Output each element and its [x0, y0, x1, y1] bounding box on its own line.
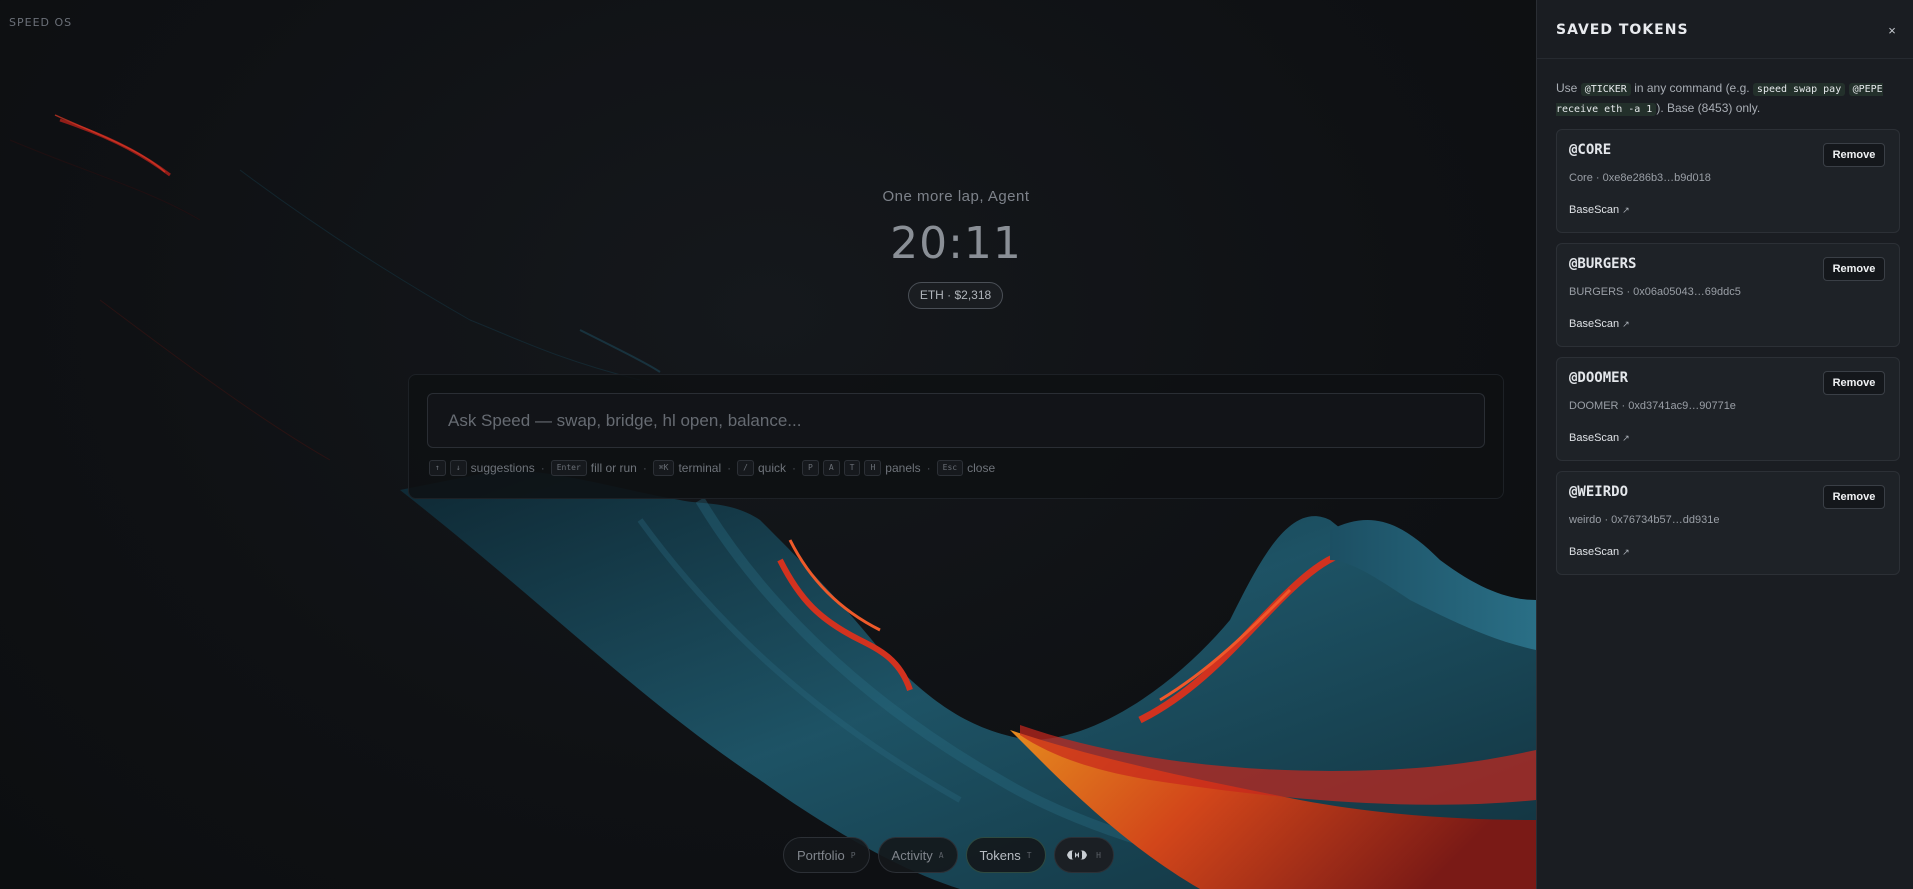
- token-address: weirdo · 0x76734b57…dd931e: [1569, 514, 1720, 526]
- dock-speed-button[interactable]: H: [1053, 837, 1114, 873]
- hint-terminal: terminal: [678, 461, 722, 475]
- desc-ticker-code: @TICKER: [1580, 83, 1631, 96]
- hint-fill-or-run: fill or run: [590, 461, 637, 475]
- dock-tokens-label: Tokens: [979, 847, 1021, 863]
- key-cmd-k: ⌘K: [652, 460, 675, 476]
- key-down: ↓: [449, 460, 467, 476]
- dock-speed-key: H: [1096, 850, 1101, 860]
- key-up: ↑: [429, 460, 446, 476]
- token-address: BURGERS · 0x06a05043…69ddc5: [1569, 286, 1741, 298]
- token-ticker: @DOOMER: [1569, 370, 1629, 386]
- dock-activity-key: A: [938, 850, 944, 860]
- hint-separator: ·: [727, 461, 732, 475]
- token-address: Core · 0xe8e286b3…b9d018: [1569, 172, 1711, 184]
- dock-tokens-button[interactable]: Tokens T: [965, 837, 1046, 873]
- dock-tokens-key: T: [1026, 850, 1032, 860]
- close-icon[interactable]: ×: [1882, 21, 1902, 41]
- basescan-link[interactable]: BaseScan ↗: [1569, 546, 1630, 558]
- hint-suggestions: suggestions: [470, 461, 535, 475]
- dock-activity-label: Activity: [891, 847, 933, 863]
- token-ticker: @WEIRDO: [1569, 484, 1629, 500]
- command-palette: ↑ ↓ suggestions · Enter fill or run · ⌘K…: [408, 374, 1504, 499]
- dock-activity-button[interactable]: Activity A: [877, 837, 958, 873]
- token-ticker: @BURGERS: [1569, 256, 1637, 272]
- external-link-icon: ↗: [1622, 433, 1630, 443]
- hint-separator: ·: [926, 461, 931, 475]
- remove-token-button[interactable]: Remove: [1823, 143, 1885, 167]
- hint-panels: panels: [885, 461, 921, 475]
- hint-separator: ·: [791, 461, 796, 475]
- key-p: P: [801, 460, 819, 476]
- dock-portfolio-button[interactable]: Portfolio P: [783, 837, 870, 873]
- dock-portfolio-label: Portfolio: [797, 847, 845, 863]
- token-list: @CORE Core · 0xe8e286b3…b9d018 BaseScan ↗…: [1556, 129, 1900, 585]
- desc-tail: ). Base (8453) only.: [1656, 101, 1761, 115]
- hint-separator: ·: [642, 461, 647, 475]
- token-address: DOOMER · 0xd3741ac9…90771e: [1569, 400, 1736, 412]
- remove-token-button[interactable]: Remove: [1823, 371, 1885, 395]
- saved-tokens-panel: SAVED TOKENS × Use @TICKER in any comman…: [1536, 0, 1913, 889]
- brand-logo-text: SPEED OS: [9, 16, 73, 29]
- eth-price-badge[interactable]: ETH · $2,318: [908, 282, 1003, 309]
- basescan-link-label: BaseScan: [1569, 204, 1620, 216]
- token-card: @BURGERS BURGERS · 0x06a05043…69ddc5 Bas…: [1556, 243, 1900, 347]
- desc-use: Use: [1556, 81, 1578, 95]
- panel-title: SAVED TOKENS: [1556, 22, 1689, 38]
- key-esc: Esc: [936, 460, 964, 476]
- hint-quick: quick: [757, 461, 786, 475]
- hint-close: close: [967, 461, 996, 475]
- token-card: @WEIRDO weirdo · 0x76734b57…dd931e BaseS…: [1556, 471, 1900, 575]
- keyboard-hints: ↑ ↓ suggestions · Enter fill or run · ⌘K…: [429, 460, 995, 476]
- key-t: T: [843, 460, 861, 476]
- key-enter: Enter: [550, 460, 587, 476]
- remove-token-button[interactable]: Remove: [1823, 257, 1885, 281]
- token-card: @CORE Core · 0xe8e286b3…b9d018 BaseScan ↗…: [1556, 129, 1900, 233]
- basescan-link-label: BaseScan: [1569, 318, 1620, 330]
- command-input[interactable]: [427, 393, 1485, 448]
- basescan-link[interactable]: BaseScan ↗: [1569, 318, 1630, 330]
- speed-logo-icon: [1067, 850, 1088, 860]
- panel-description: Use @TICKER in any command (e.g. speed s…: [1556, 79, 1901, 119]
- hint-separator: ·: [540, 461, 545, 475]
- external-link-icon: ↗: [1622, 319, 1630, 329]
- dock: Portfolio P Activity A Tokens T H: [783, 837, 1114, 873]
- basescan-link-label: BaseScan: [1569, 546, 1620, 558]
- panel-divider: [1537, 58, 1913, 59]
- key-a: A: [822, 460, 840, 476]
- basescan-link-label: BaseScan: [1569, 432, 1620, 444]
- external-link-icon: ↗: [1622, 205, 1630, 215]
- desc-example-code: speed swap pay: [1752, 83, 1846, 96]
- basescan-link[interactable]: BaseScan ↗: [1569, 204, 1630, 216]
- remove-token-button[interactable]: Remove: [1823, 485, 1885, 509]
- token-card: @DOOMER DOOMER · 0xd3741ac9…90771e BaseS…: [1556, 357, 1900, 461]
- key-slash: /: [737, 460, 754, 476]
- token-ticker: @CORE: [1569, 142, 1612, 158]
- desc-in-any: in any command (e.g.: [1634, 81, 1750, 95]
- key-h: H: [864, 460, 882, 476]
- basescan-link[interactable]: BaseScan ↗: [1569, 432, 1630, 444]
- dock-portfolio-key: P: [850, 850, 856, 860]
- external-link-icon: ↗: [1622, 547, 1630, 557]
